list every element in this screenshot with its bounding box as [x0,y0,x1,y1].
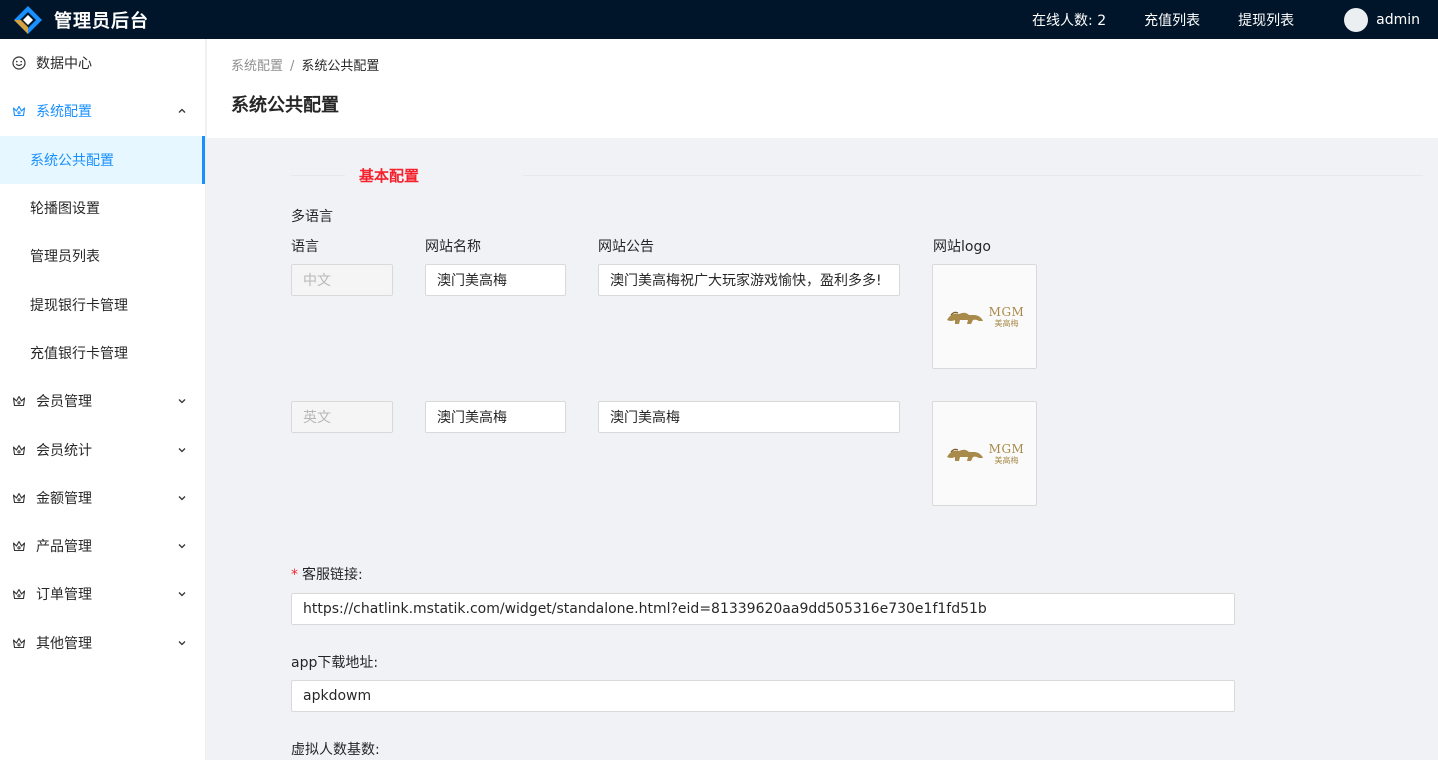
virtual-base-label: 虚拟人数基数: [291,742,380,758]
sidebar-subitem-banner[interactable]: 轮播图设置 [0,184,205,232]
sidebar-item-member-stats[interactable]: 会员统计 [0,425,205,473]
sidebar: 数据中心 系统配置 系统公共配置 轮播图设置 管理员列表 提现银行卡管理 充值银… [0,39,206,760]
lang-field-en: 英文 [291,401,393,433]
app-title: 管理员后台 [54,10,149,32]
sidebar-item-label: 会员管理 [36,394,92,411]
chevron-down-icon [178,399,186,404]
crown-icon [12,394,26,408]
logo[interactable]: 管理员后台 [0,4,149,36]
logo-upload-zh[interactable]: MGM 美高梅 [932,264,1037,369]
sidebar-item-label: 数据中心 [36,56,92,73]
chevron-down-icon [178,592,186,597]
user-menu[interactable]: admin [1344,7,1420,32]
lion-icon [946,448,983,461]
sidebar-subitem-withdraw-card[interactable]: 提现银行卡管理 [0,280,205,328]
logo-text: MGM [988,441,1025,456]
col-lang-header: 语言 [291,239,319,255]
app-download-label: app下载地址: [291,655,379,671]
notice-input-en[interactable]: 澳门美高梅 [598,401,900,433]
sidebar-subitem-recharge-card[interactable]: 充值银行卡管理 [0,329,205,377]
page-header: 系统配置 / 系统公共配置 系统公共配置 [207,39,1438,138]
sidebar-item-member[interactable]: 会员管理 [0,377,205,425]
sidebar-item-label: 系统配置 [36,104,92,121]
required-mark: * [291,567,298,583]
username: admin [1376,11,1420,28]
sidebar-item-label: 产品管理 [36,539,92,556]
lion-icon [946,311,983,324]
breadcrumb-parent[interactable]: 系统配置 [231,59,283,74]
multilang-label: 多语言 [291,209,333,225]
page-title: 系统公共配置 [231,95,339,116]
site-name-input-en[interactable]: 澳门美高梅 [425,401,566,433]
sidebar-item-order[interactable]: 订单管理 [0,570,205,618]
chevron-down-icon [178,495,186,501]
logo-subtext: 美高梅 [994,318,1019,328]
sidebar-subitem-public-config[interactable]: 系统公共配置 [0,135,205,184]
chevron-down-icon [178,544,186,549]
crown-icon [12,443,26,457]
sidebar-item-other[interactable]: 其他管理 [0,619,205,667]
breadcrumb: 系统配置 / 系统公共配置 [231,55,379,74]
crown-icon [12,636,26,650]
notice-input-zh[interactable]: 澳门美高梅祝广大玩家游戏愉快，盈利多多! [598,264,900,296]
site-name-input-zh[interactable]: 澳门美高梅 [425,264,566,296]
sidebar-item-label: 其他管理 [36,635,92,652]
withdraw-list-link[interactable]: 提现列表 [1238,10,1294,30]
breadcrumb-current: 系统公共配置 [301,59,380,74]
sidebar-item-amount[interactable]: 金额管理 [0,474,205,522]
service-link-label: * 客服链接: [291,567,363,583]
app-download-input[interactable]: apkdowm [291,680,1235,712]
logo-text: MGM [988,304,1025,319]
logo-icon [14,5,42,34]
section-divider: 基本配置 [291,167,1423,185]
sidebar-item-product[interactable]: 产品管理 [0,522,205,570]
crown-icon [12,104,26,118]
service-link-input[interactable]: https://chatlink.mstatik.com/widget/stan… [291,593,1235,625]
top-header: 管理员后台 在线人数: 2 充值列表 提现列表 admin [0,0,1438,39]
sidebar-item-label: 金额管理 [36,490,92,507]
breadcrumb-separator: / [290,59,295,74]
mgm-logo-image: MGM 美高梅 [945,306,1025,328]
col-logo-header: 网站logo [933,239,991,255]
sidebar-item-data-center[interactable]: 数据中心 [0,39,205,87]
mgm-logo-image: MGM 美高梅 [945,443,1025,465]
col-site-name-header: 网站名称 [425,239,481,255]
avatar [1344,7,1369,32]
col-notice-header: 网站公告 [598,239,654,255]
crown-icon [12,539,26,553]
sidebar-item-label: 会员统计 [36,442,92,459]
chevron-down-icon [178,447,186,452]
crown-icon [12,587,26,601]
main-content: 基本配置 多语言 语言 网站名称 网站公告 网站logo 中文 澳门美高梅 澳门… [207,138,1438,760]
chevron-up-icon [178,109,186,114]
section-title: 基本配置 [359,167,420,185]
online-count: 在线人数: 2 [1032,12,1107,29]
recharge-list-link[interactable]: 充值列表 [1144,10,1200,30]
sidebar-subitem-admin-list[interactable]: 管理员列表 [0,232,205,280]
smile-icon [12,56,26,70]
logo-subtext: 美高梅 [994,455,1019,465]
sidebar-item-system-config[interactable]: 系统配置 [0,87,205,135]
crown-icon [12,491,26,505]
chevron-down-icon [178,640,186,646]
sidebar-item-label: 订单管理 [36,587,92,604]
lang-field-zh: 中文 [291,264,393,296]
logo-upload-en[interactable]: MGM 美高梅 [932,401,1037,506]
